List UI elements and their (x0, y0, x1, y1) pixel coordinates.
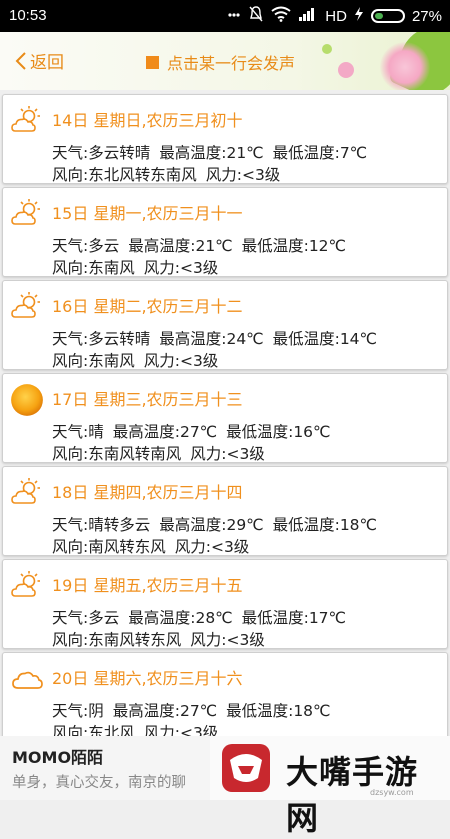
high-temp: 最高温度:21℃ (159, 144, 264, 162)
wind-direction: 风向:东南风 (52, 259, 135, 277)
weather-line: 天气:晴 最高温度:27℃ 最低温度:16℃ (52, 420, 330, 442)
flower-decoration (380, 42, 430, 90)
charging-icon (354, 6, 364, 26)
cloud-icon (12, 671, 43, 689)
battery-percent: 27% (411, 7, 442, 25)
low-temp: 最低温度:12℃ (241, 237, 346, 255)
low-temp: 最低温度:7℃ (272, 144, 368, 162)
weather-line: 天气:多云 最高温度:21℃ 最低温度:12℃ (52, 234, 346, 256)
weather-line: 天气:多云 最高温度:28℃ 最低温度:17℃ (52, 606, 346, 628)
square-bullet-icon (146, 55, 159, 69)
wind-line: 风向:东南风 风力:<3级 (52, 256, 218, 278)
weather-text: 天气:多云 (52, 237, 120, 255)
high-temp: 最高温度:21℃ (128, 237, 233, 255)
wind-direction: 风向:东南风转东风 (52, 631, 182, 649)
low-temp: 最低温度:18℃ (272, 516, 377, 534)
signal-icon (298, 6, 318, 26)
partly-cloudy-icon (11, 199, 40, 225)
status-time: 10:53 (9, 7, 47, 24)
day-title: 14日 星期日,农历三月初十 (52, 111, 243, 130)
wifi-icon (271, 6, 291, 26)
weather-text: 天气:晴 (52, 423, 104, 441)
partly-cloudy-icon (11, 571, 40, 597)
wind-direction: 风向:东北风转东南风 (52, 166, 197, 184)
partly-cloudy-icon (11, 292, 40, 318)
wind-power: 风力:<3级 (143, 259, 219, 277)
weather-text: 天气:晴转多云 (52, 516, 151, 534)
sun-icon (11, 384, 43, 416)
hint-label: 点击某一行会发声 (167, 54, 296, 73)
weather-line: 天气:阴 最高温度:27℃ 最低温度:18℃ (52, 699, 330, 721)
high-temp: 最高温度:24℃ (159, 330, 264, 348)
forecast-row[interactable]: 20日 星期六,农历三月十六 天气:阴 最高温度:27℃ 最低温度:18℃ 风向:东… (2, 652, 448, 742)
high-temp: 最高温度:29℃ (159, 516, 264, 534)
ad-text-panel[interactable]: MOMO陌陌 单身，真心交友，南京的聊 (0, 736, 210, 800)
wind-power: 风力:<3级 (143, 352, 219, 370)
ad-banner[interactable]: MOMO陌陌 单身，真心交友，南京的聊 大嘴手游网 dzsyw.com (0, 736, 450, 837)
weather-text: 天气:多云转晴 (52, 330, 151, 348)
more-dots-icon (227, 6, 241, 26)
network-type: HD (325, 7, 347, 25)
forecast-row[interactable]: 17日 星期三,农历三月十三 天气:晴 最高温度:27℃ 最低温度:16℃ 风向:东… (2, 373, 448, 463)
status-icons: HD 27% (227, 5, 442, 27)
weather-line: 天气:多云转晴 最高温度:21℃ 最低温度:7℃ (52, 141, 367, 163)
wind-direction: 风向:东南风转南风 (52, 445, 182, 463)
low-temp: 最低温度:16℃ (226, 423, 331, 441)
brand-logo-icon (222, 744, 270, 792)
day-title: 18日 星期四,农历三月十四 (52, 483, 243, 502)
forecast-row[interactable]: 15日 星期一,农历三月十一 天气:多云 最高温度:21℃ 最低温度:12℃ 风向:… (2, 187, 448, 277)
wind-line: 风向:东南风转东风 风力:<3级 (52, 628, 265, 650)
wind-line: 风向:南风转东风 风力:<3级 (52, 535, 249, 557)
weather-text: 天气:多云 (52, 609, 120, 627)
day-title: 16日 星期二,农历三月十二 (52, 297, 243, 316)
forecast-row[interactable]: 19日 星期五,农历三月十五 天气:多云 最高温度:28℃ 最低温度:17℃ 风向:… (2, 559, 448, 649)
weather-line: 天气:晴转多云 最高温度:29℃ 最低温度:18℃ (52, 513, 377, 535)
day-title: 17日 星期三,农历三月十三 (52, 390, 243, 409)
wind-direction: 风向:南风转东风 (52, 538, 166, 556)
mute-bell-icon (248, 5, 264, 27)
day-title: 20日 星期六,农历三月十六 (52, 669, 243, 688)
back-label: 返回 (30, 53, 64, 73)
low-temp: 最低温度:17℃ (241, 609, 346, 627)
day-title: 15日 星期一,农历三月十一 (52, 204, 243, 223)
high-temp: 最高温度:28℃ (128, 609, 233, 627)
hint-text: 点击某一行会发声 (146, 50, 295, 74)
dot-decoration (322, 44, 332, 54)
weather-text: 天气:阴 (52, 702, 104, 720)
low-temp: 最低温度:14℃ (272, 330, 377, 348)
wind-power: 风力:<3级 (190, 631, 265, 649)
forecast-row[interactable]: 14日 星期日,农历三月初十 天气:多云转晴 最高温度:21℃ 最低温度:7℃ 风向… (2, 94, 448, 184)
ad-title: MOMO陌陌 (12, 748, 104, 767)
weather-text: 天气:多云转晴 (52, 144, 151, 162)
wind-line: 风向:东南风 风力:<3级 (52, 349, 218, 371)
forecast-row[interactable]: 18日 星期四,农历三月十四 天气:晴转多云 最高温度:29℃ 最低温度:18℃ 风… (2, 466, 448, 556)
battery-icon (370, 9, 405, 23)
high-temp: 最高温度:27℃ (112, 423, 218, 441)
partly-cloudy-icon (11, 478, 40, 504)
high-temp: 最高温度:27℃ (112, 702, 218, 720)
brand-url: dzsyw.com (370, 788, 414, 797)
wind-power: 风力:<3级 (190, 445, 265, 463)
ad-subtitle: 单身，真心交友，南京的聊 (12, 775, 186, 791)
brand-name: 大嘴手游网 (286, 753, 419, 837)
wind-line: 风向:东北风转东南风 风力:<3级 (52, 163, 280, 185)
forecast-row[interactable]: 16日 星期二,农历三月十二 天气:多云转晴 最高温度:24℃ 最低温度:14℃ 风… (2, 280, 448, 370)
partly-cloudy-icon (11, 106, 40, 132)
wind-power: 风力:<3级 (205, 166, 281, 184)
wind-direction: 风向:东南风 (52, 352, 135, 370)
day-title: 19日 星期五,农历三月十五 (52, 576, 243, 595)
status-bar: 10:53 HD 27% (0, 0, 450, 32)
back-button[interactable]: 返回 (14, 48, 64, 73)
dot-decoration (338, 62, 354, 78)
weather-line: 天气:多云转晴 最高温度:24℃ 最低温度:14℃ (52, 327, 377, 349)
wind-line: 风向:东南风转南风 风力:<3级 (52, 442, 265, 464)
low-temp: 最低温度:18℃ (226, 702, 331, 720)
back-arrow-icon (15, 51, 26, 70)
wind-power: 风力:<3级 (174, 538, 250, 556)
